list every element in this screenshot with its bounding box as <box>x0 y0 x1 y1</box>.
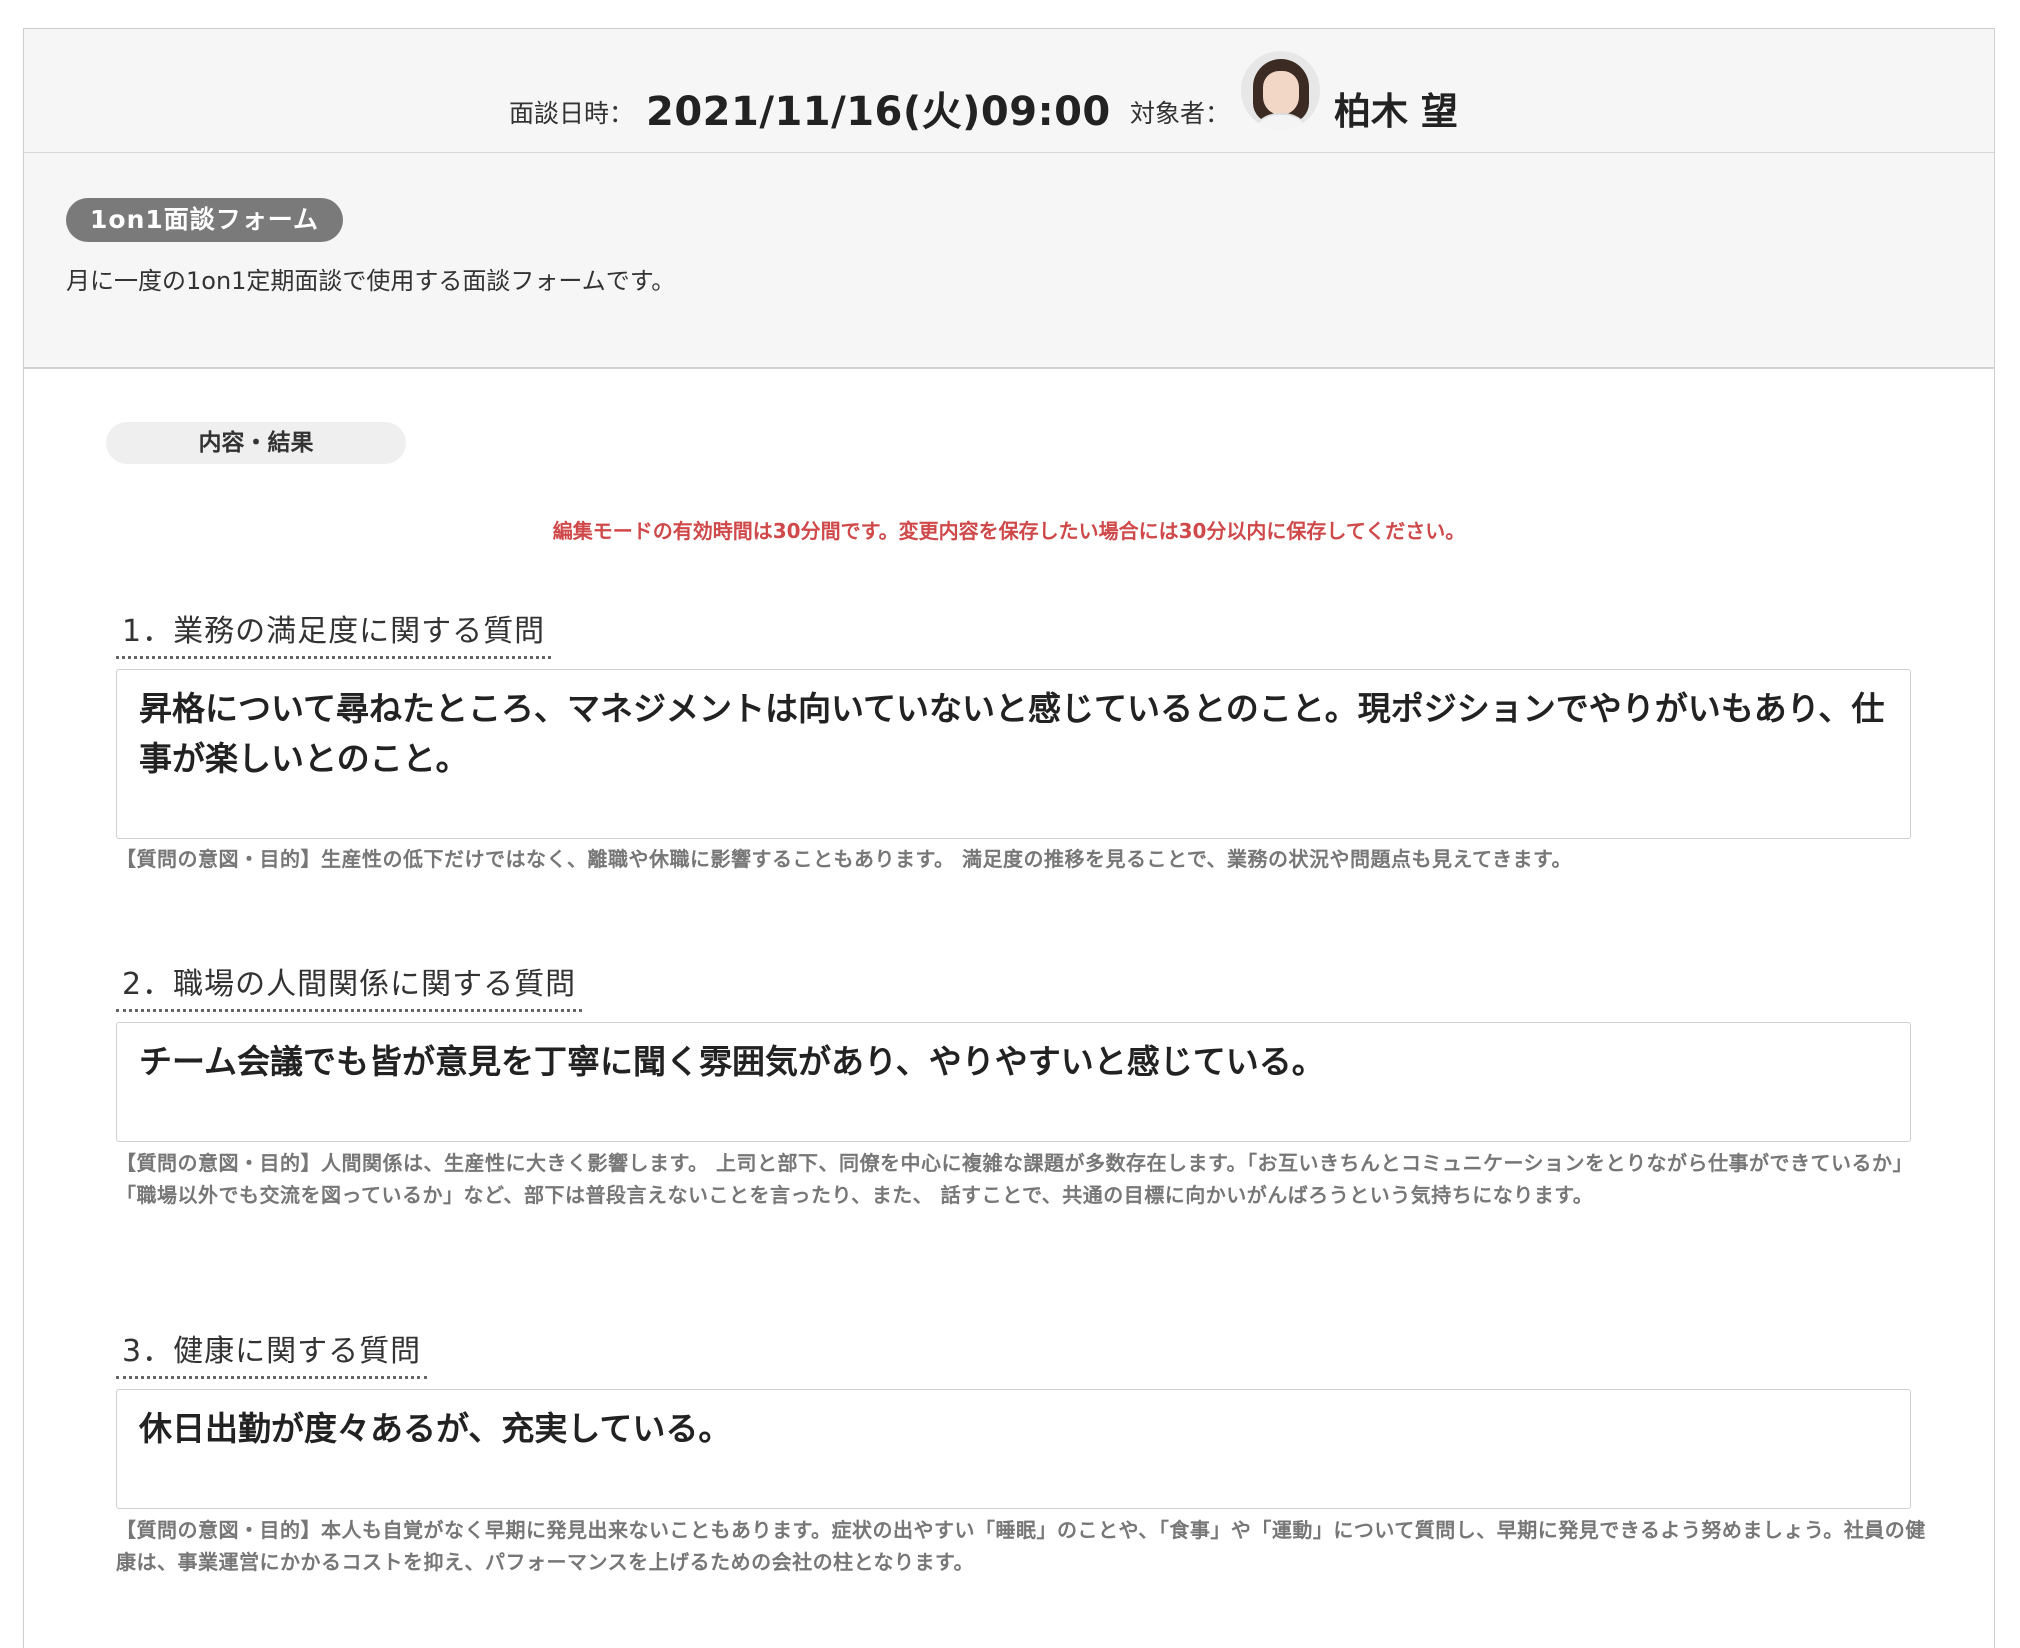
question-2-hint: 【質問の意図・目的】人間関係は、生産性に大きく影響します。 上司と部下、同僚を中… <box>116 1151 1914 1207</box>
edit-mode-notice: 編集モードの有効時間は30分間です。変更内容を保存したい場合には30分以内に保存… <box>552 519 1466 543</box>
interview-date: 2021/11/16(火)09:00 <box>646 89 1111 135</box>
question-3-title: 3．健康に関する質問 <box>116 1326 428 1379</box>
question-3-hint: 【質問の意図・目的】本人も自覚がなく早期に発見出来ないこともあります。症状の出や… <box>116 1518 1926 1574</box>
question-2-title: 2．職場の人間関係に関する質問 <box>116 959 583 1012</box>
question-1-hint: 【質問の意図・目的】生産性の低下だけではなく、離職や休職に影響することもあります… <box>116 847 1572 871</box>
tab-content-result[interactable]: 内容・結果 <box>106 422 406 464</box>
form-description: 月に一度の1on1定期面談で使用する面談フォームです。 <box>66 267 676 295</box>
question-1-title: 1．業務の満足度に関する質問 <box>116 606 552 659</box>
question-2-answer[interactable]: チーム会議でも皆が意見を丁寧に聞く雰囲気があり、やりやすいと感じている。 <box>116 1022 1911 1142</box>
target-label: 対象者： <box>1130 99 1231 128</box>
question-3-answer[interactable]: 休日出勤が度々あるが、充実している。 <box>116 1389 1911 1509</box>
question-1-answer[interactable]: 昇格について尋ねたところ、マネジメントは向いていないと感じているとのこと。現ポジ… <box>116 669 1911 839</box>
target-name: 柏木 望 <box>1334 90 1458 133</box>
form-badge: 1on1面談フォーム <box>66 198 344 242</box>
form-intro: 1on1面談フォーム 月に一度の1on1定期面談で使用する面談フォームです。 <box>24 153 1994 369</box>
avatar <box>1241 51 1320 130</box>
interview-card: 面談日時： 2021/11/16(火)09:00 対象者： 柏木 望 1on1面… <box>23 28 1995 1648</box>
date-label: 面談日時： <box>509 99 635 128</box>
interview-header: 面談日時： 2021/11/16(火)09:00 対象者： 柏木 望 <box>24 29 1994 153</box>
